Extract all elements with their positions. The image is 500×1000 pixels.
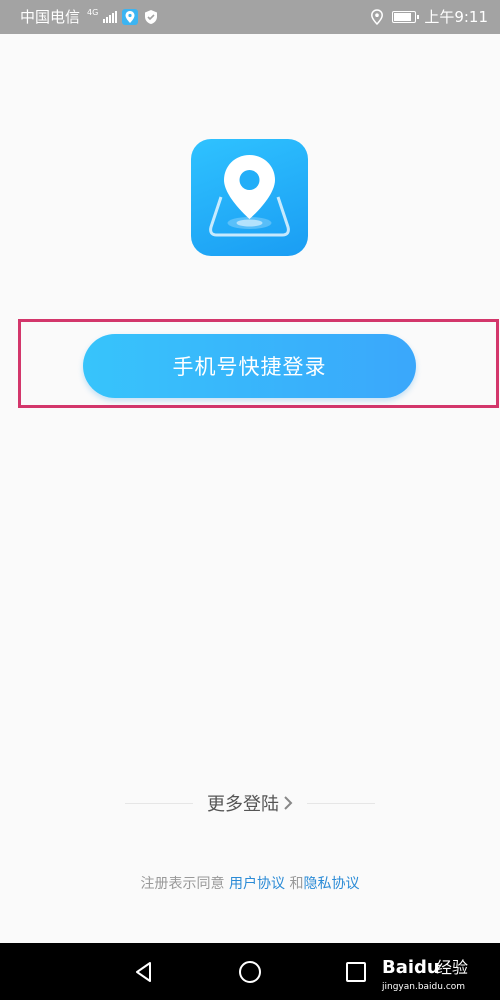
agreement-prefix: 注册表示同意 <box>140 876 229 892</box>
status-bar-right: 上午9:11 <box>370 6 488 27</box>
agreement-conjunction: 和 <box>285 876 304 892</box>
navigation-bar: Baidu 经验 jingyan.baidu.com <box>0 943 500 1000</box>
location-icon <box>371 8 384 25</box>
network-type: 4G <box>87 7 99 17</box>
location-pin-icon <box>209 155 290 237</box>
back-icon[interactable] <box>130 958 158 986</box>
watermark-cn: 经验 <box>436 958 468 977</box>
battery-icon <box>392 10 420 23</box>
divider-left <box>125 802 193 804</box>
watermark-url: jingyan.baidu.com <box>381 982 465 992</box>
more-login-label: 更多登陆 <box>207 794 279 815</box>
privacy-policy-link[interactable]: 隐私协议 <box>303 876 359 892</box>
status-bar-left: 中国电信 4G <box>20 6 159 27</box>
agreement-text: 注册表示同意 用户协议 和隐私协议 <box>0 873 500 893</box>
more-login-row: 更多登陆 <box>125 788 375 818</box>
status-bar: 中国电信 4G 上午9:11 <box>0 0 500 34</box>
clock: 上午9:11 <box>424 8 488 26</box>
chevron-right-icon <box>284 796 293 810</box>
home-icon[interactable] <box>236 958 264 986</box>
carrier-name: 中国电信 <box>20 8 81 26</box>
baidu-jingyan-watermark: Baidu 经验 jingyan.baidu.com <box>381 957 468 992</box>
divider-right <box>307 802 375 804</box>
more-login-link[interactable]: 更多登陆 <box>193 790 307 816</box>
signal-icon <box>103 10 118 23</box>
watermark-brand: Baidu <box>382 957 440 978</box>
phone-quick-login-button[interactable]: 手机号快捷登录 <box>83 334 416 398</box>
recents-icon[interactable] <box>342 958 370 986</box>
shield-icon <box>145 9 158 24</box>
app-logo <box>191 139 308 256</box>
user-agreement-link[interactable]: 用户协议 <box>229 876 285 892</box>
map-app-notification-icon <box>122 8 139 25</box>
